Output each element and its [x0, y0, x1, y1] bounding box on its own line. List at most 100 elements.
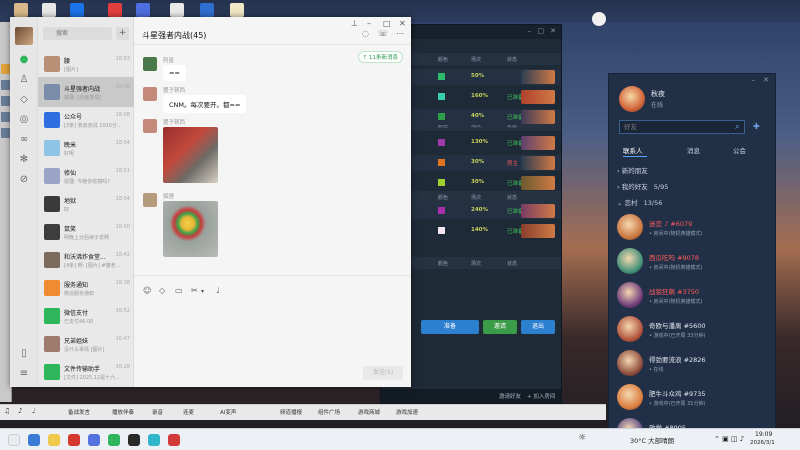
- desktop-app-icon[interactable]: [108, 3, 122, 17]
- close-icon[interactable]: ✕: [763, 76, 769, 84]
- conversation-item[interactable]: 晚米 好呢 18:54: [38, 133, 134, 163]
- pin-icon[interactable]: ⊥: [351, 19, 358, 28]
- folder-icon[interactable]: ▭: [175, 286, 183, 295]
- desktop-word-icon[interactable]: [200, 3, 214, 17]
- contacts-icon[interactable]: ♙: [17, 73, 31, 87]
- new-messages-notice[interactable]: ↑ 11条新消息: [357, 51, 403, 63]
- ready-button[interactable]: 准备: [421, 320, 479, 334]
- invite-friends-link[interactable]: 邀请好友: [499, 392, 521, 400]
- scissors-icon[interactable]: ✂: [191, 286, 198, 295]
- toolbar-item-accelerator[interactable]: 游戏加速: [396, 408, 418, 416]
- join-room-link[interactable]: + 加入房间: [527, 392, 555, 400]
- app-icon[interactable]: [148, 434, 160, 446]
- message-image[interactable]: [163, 201, 218, 257]
- search-input[interactable]: [43, 27, 112, 40]
- emoji-icon[interactable]: ☺: [143, 286, 151, 295]
- conversation-item[interactable]: 和沃沸炸食堂... [4条] 啊: [图片] #猫老... 18:42: [38, 245, 134, 275]
- tab-messages[interactable]: 消息: [687, 145, 700, 155]
- maximize-icon[interactable]: □: [537, 27, 544, 35]
- toolbar-item-broadcast[interactable]: 频道播报: [280, 408, 302, 416]
- toolbar-item-store[interactable]: 游戏商城: [358, 408, 380, 416]
- conversation-item[interactable]: 腰 [图片] 18:53: [38, 49, 134, 79]
- add-button[interactable]: +: [116, 27, 129, 40]
- conversation-item[interactable]: 斗星强者内战 狐狸: [动画表情] 19:06: [38, 77, 134, 107]
- headset-icon[interactable]: ♫: [4, 407, 10, 415]
- search-icon[interactable]: [28, 434, 40, 446]
- phone-icon[interactable]: ▯: [17, 347, 31, 361]
- microphone-icon[interactable]: ♩: [216, 286, 220, 295]
- desktop-file-icon[interactable]: [230, 3, 244, 17]
- sender-avatar[interactable]: [143, 87, 157, 101]
- friend-item[interactable]: 得劲要流浪 #2826 • 在线: [609, 347, 777, 379]
- search-feature-icon[interactable]: ✻: [17, 153, 31, 167]
- conversation-item[interactable]: 地狱好 18:54: [38, 189, 134, 219]
- conversation-item[interactable]: 微信支付 已支付46.00 16:52: [38, 301, 134, 331]
- profile-status[interactable]: 在线: [651, 100, 663, 109]
- clock-date[interactable]: 2026/3/1: [750, 440, 775, 446]
- app-icon[interactable]: [128, 434, 140, 446]
- close-icon[interactable]: ✕: [399, 19, 406, 28]
- favorites-icon[interactable]: ◇: [17, 93, 31, 107]
- send-button[interactable]: 发送(S): [363, 366, 403, 380]
- friend-item[interactable]: 肥牛斗众鸡 #9735 • 游戏中(已开局 31分钟): [609, 381, 777, 413]
- friend-item[interactable]: 西瓜吃吗 #9078 • 房间中(随机英雄模式): [609, 245, 777, 277]
- moments-icon[interactable]: ◎: [17, 113, 31, 127]
- desktop-pet-icon[interactable]: [592, 12, 606, 26]
- friend-item[interactable]: 战狼狂飙 #3750 • 房间中(随机英雄模式): [609, 279, 777, 311]
- sender-avatar[interactable]: [143, 193, 157, 207]
- conversation-item[interactable]: 文件传输助手 [文件] 2025.12是十六... 16:28: [38, 357, 134, 387]
- wechat-icon[interactable]: [108, 434, 120, 446]
- tab-contacts[interactable]: 联系人: [623, 145, 643, 155]
- desktop-app-icon[interactable]: [42, 3, 56, 17]
- desktop-browser-icon[interactable]: [70, 3, 84, 17]
- conversation-item[interactable]: 修仙 狐狸: 今晚你有搞吗? 18:51: [38, 161, 134, 191]
- weather-status[interactable]: 30°C 大部晴朗: [630, 435, 674, 445]
- minimize-icon[interactable]: –: [367, 19, 371, 28]
- toolbar-item-ai-voice[interactable]: AI变声: [220, 408, 236, 416]
- file-explorer-icon[interactable]: [48, 434, 60, 446]
- desktop-file-icon[interactable]: [170, 3, 184, 17]
- toolbar-item-speak[interactable]: 备战发言: [68, 408, 90, 416]
- chat-icon[interactable]: ●: [17, 53, 31, 67]
- sender-avatar[interactable]: [143, 119, 157, 133]
- chat-bubble-icon[interactable]: ◌: [362, 29, 369, 38]
- group-village[interactable]: ⌄ 恋村 13/56: [617, 197, 662, 207]
- desktop-folder-icon[interactable]: [14, 3, 28, 17]
- minimize-icon[interactable]: –: [528, 27, 532, 35]
- clock-time[interactable]: 19:09: [755, 431, 772, 438]
- toolbar-item-accompaniment[interactable]: 播放伴奏: [112, 408, 134, 416]
- profile-avatar[interactable]: [619, 86, 645, 112]
- close-icon[interactable]: ✕: [550, 27, 556, 35]
- friend-item[interactable]: 奇欧与潘离 #5600 • 游戏中(已开局 33分钟): [609, 313, 777, 345]
- message-input-area[interactable]: ☺ ◇ ▭ ✂ ▾ ♩ 发送(S): [134, 275, 411, 387]
- tray-icons[interactable]: ⌃ ▣ ◫ ♪: [714, 435, 744, 443]
- app-icon[interactable]: [168, 434, 180, 446]
- friend-search-input[interactable]: [619, 120, 745, 134]
- conversation-item[interactable]: 鼠笑 明晚上分后续子去啊 18:50: [38, 217, 134, 247]
- mini-program-icon[interactable]: ⊘: [17, 173, 31, 187]
- conversation-item[interactable]: 兄弟姐妹 没什么事情 [图片] 16:47: [38, 329, 134, 359]
- desktop-ai-icon[interactable]: [136, 3, 150, 17]
- friend-item[interactable]: 迷恋 ♪ #6079 • 房间中(随机英雄模式): [609, 211, 777, 243]
- exit-button[interactable]: 退出: [521, 320, 555, 334]
- minimize-icon[interactable]: –: [752, 76, 756, 84]
- chevron-down-icon[interactable]: ▾: [201, 288, 204, 295]
- group-my-friends[interactable]: › 我的好友 5/95: [617, 181, 668, 191]
- favorites-icon[interactable]: ◇: [159, 286, 165, 295]
- add-friend-icon[interactable]: ✚: [753, 122, 760, 131]
- toolbar-item-record[interactable]: 录音: [152, 408, 163, 416]
- toolbar-item-mic-link[interactable]: 连麦: [183, 408, 194, 416]
- channels-icon[interactable]: ∞: [17, 133, 31, 147]
- conversation-item[interactable]: 公众号 [3条] 我叔叔说 1010分... 18:08: [38, 105, 134, 135]
- wps-icon[interactable]: [68, 434, 80, 446]
- tray-app-icon[interactable]: ☼: [578, 433, 586, 443]
- call-icon[interactable]: ☏: [378, 29, 388, 38]
- menu-icon[interactable]: ≡: [17, 367, 31, 381]
- group-new-friends[interactable]: › 新的朋友: [617, 165, 648, 175]
- tab-guild[interactable]: 公会: [733, 145, 746, 155]
- speaker-icon[interactable]: ♪: [18, 407, 22, 415]
- more-icon[interactable]: ⋯: [396, 29, 404, 38]
- mic-icon[interactable]: ♩: [32, 407, 35, 415]
- toolbar-item-widgets[interactable]: 组件广场: [318, 408, 340, 416]
- maximize-icon[interactable]: □: [383, 19, 391, 28]
